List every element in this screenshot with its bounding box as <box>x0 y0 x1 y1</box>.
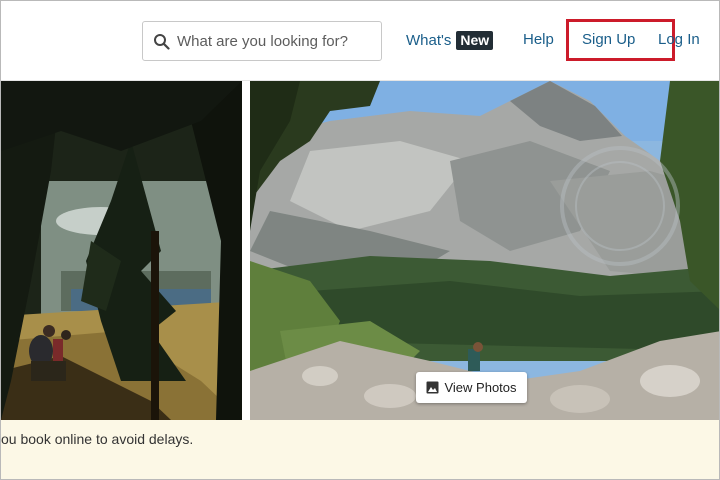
photo-half-dome-valley[interactable] <box>250 81 719 420</box>
whats-new-link[interactable]: What's New <box>406 31 494 50</box>
view-photos-button[interactable]: View Photos <box>416 372 527 403</box>
banner-text: ou book online to avoid delays. <box>1 431 194 447</box>
help-link[interactable]: Help <box>523 31 554 48</box>
whats-new-label: What's <box>406 32 452 49</box>
browser-frame: What's New Help Sign Up Log In <box>0 0 720 480</box>
view-photos-label: View Photos <box>444 380 517 395</box>
image-icon <box>426 381 439 394</box>
photo-forest-hikers[interactable] <box>1 81 242 420</box>
search-input[interactable] <box>177 26 372 56</box>
search-box[interactable] <box>142 21 382 61</box>
info-banner: ou book online to avoid delays. <box>1 420 719 479</box>
site-header: What's New Help Sign Up Log In <box>1 1 719 81</box>
login-link[interactable]: Log In <box>658 31 700 48</box>
search-icon <box>152 32 170 50</box>
signup-link[interactable]: Sign Up <box>582 31 635 48</box>
new-badge: New <box>456 31 494 50</box>
